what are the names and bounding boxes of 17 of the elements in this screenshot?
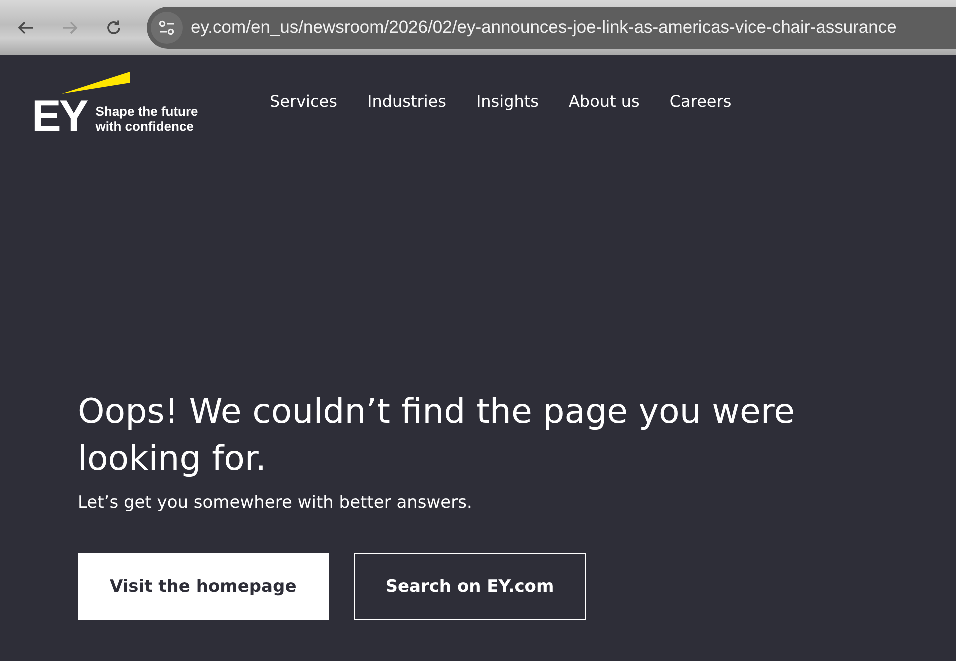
sliders-icon [158, 20, 176, 36]
logo-tagline: Shape the future with confidence [96, 104, 198, 134]
beam-icon [62, 70, 132, 96]
nav-link[interactable]: Services [270, 92, 338, 111]
nav-link[interactable]: Careers [670, 92, 732, 111]
search-button[interactable]: Search on EY.com [354, 553, 586, 620]
nav-link[interactable]: Industries [367, 92, 446, 111]
reload-icon [105, 18, 123, 36]
nav-link[interactable]: About us [568, 92, 640, 111]
address-bar[interactable]: ey.com/en_us/newsroom/2026/02/ey-announces-joe-link-as-americas-vice-chair-assurance [147, 6, 956, 48]
url-text: ey.com/en_us/newsroom/2026/02/ey-announces-joe-link-as-americas-vice-chair-assurance [191, 17, 897, 38]
site-settings-button[interactable] [151, 12, 183, 44]
homepage-button[interactable]: Visit the homepage [78, 553, 329, 620]
error-heading: Oops! We couldn’t find the page you were looking for. [78, 391, 796, 481]
nav-link[interactable]: Insights [476, 92, 539, 111]
logo-mark: EY [32, 100, 87, 134]
error-subtitle: Let’s get you somewhere with better answers. [78, 493, 474, 513]
